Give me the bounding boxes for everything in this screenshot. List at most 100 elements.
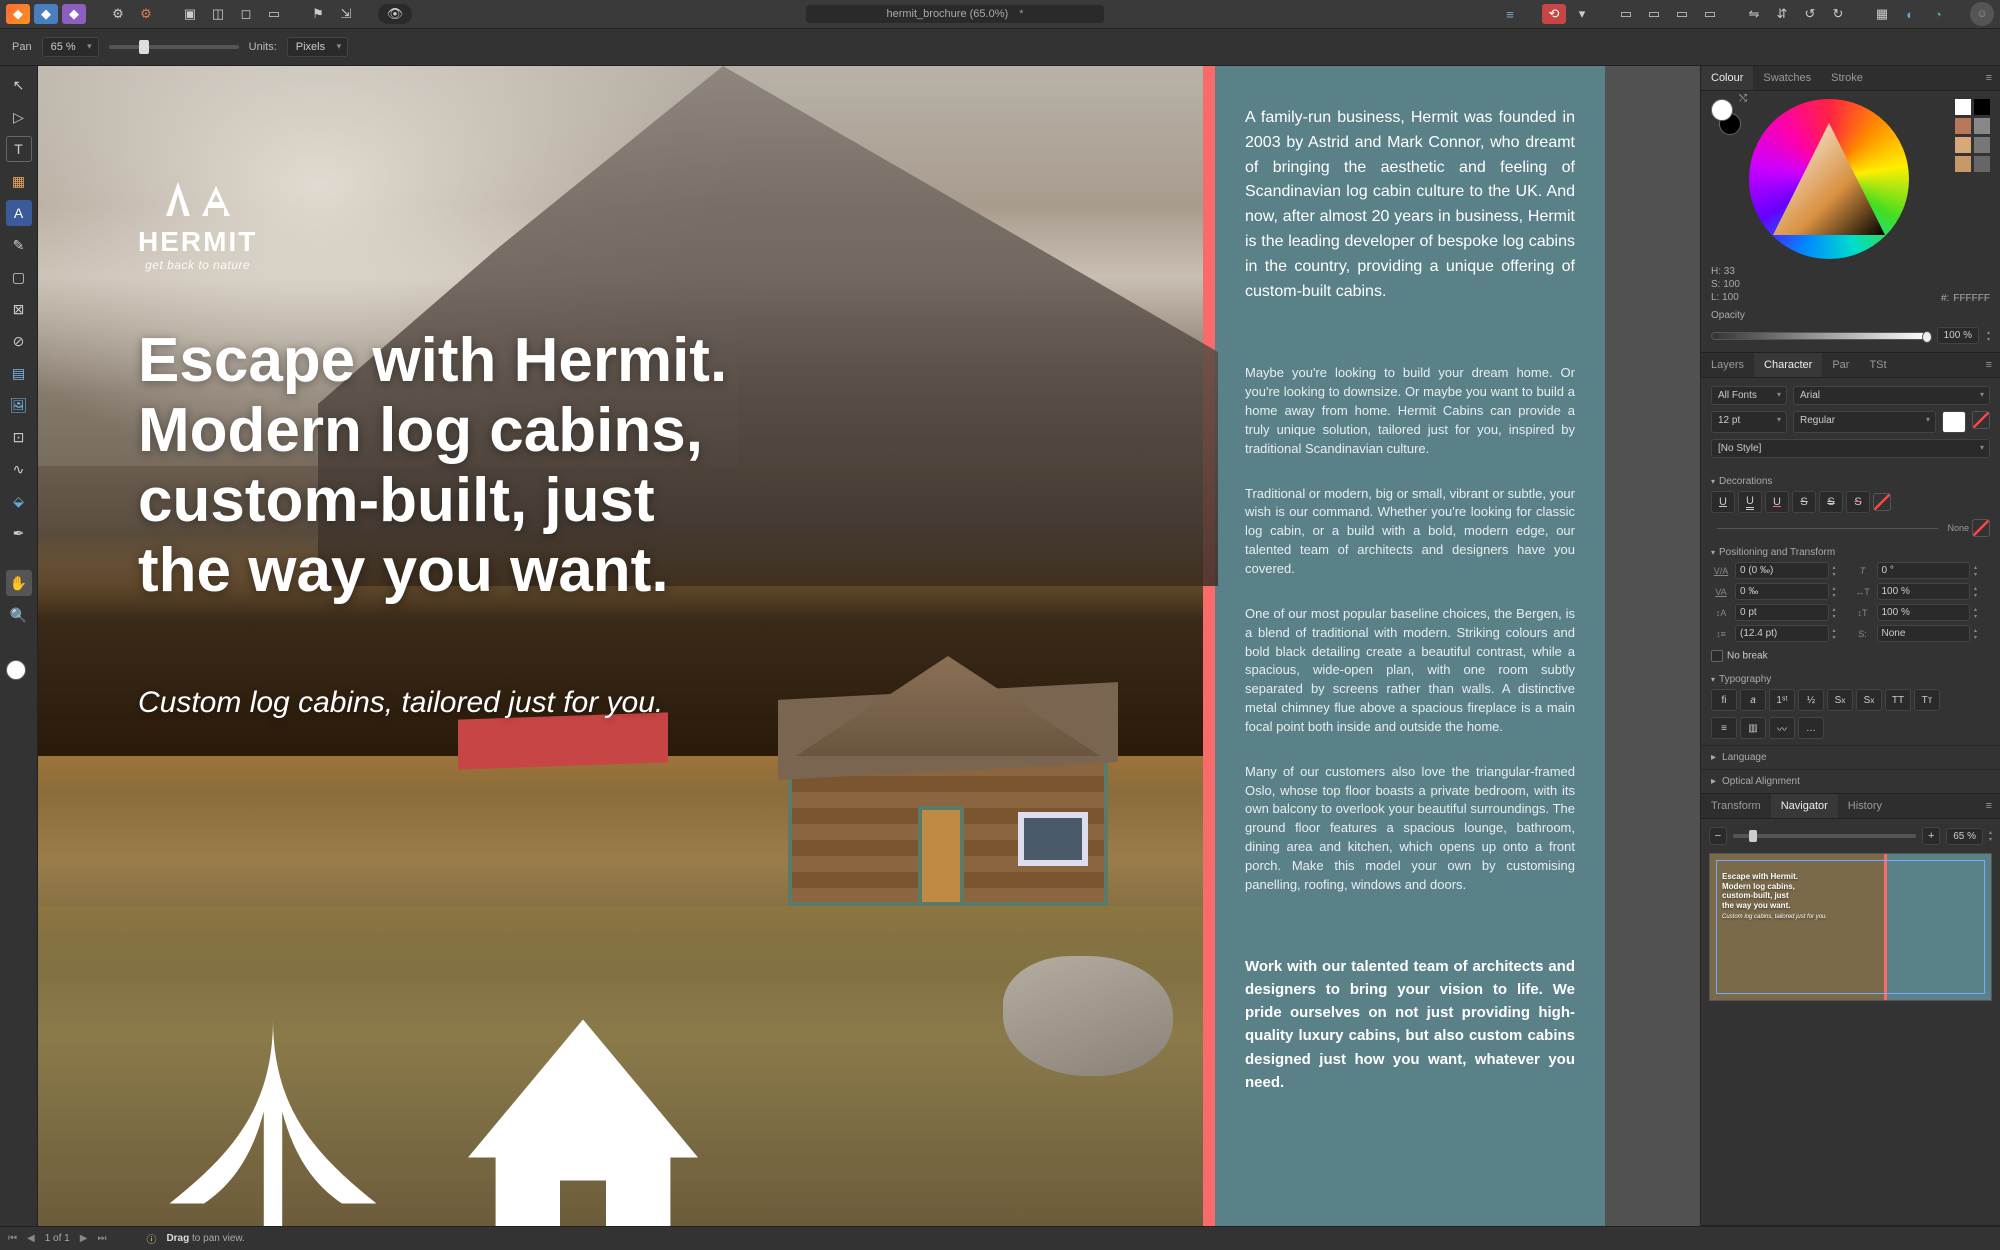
place-image-tool[interactable]: 🖼: [6, 392, 32, 418]
flip-v-icon[interactable]: ⇵: [1770, 4, 1794, 24]
no-line-icon[interactable]: [1972, 519, 1990, 537]
alt-btn[interactable]: a: [1740, 689, 1766, 711]
app-icon-photo[interactable]: ◆: [62, 4, 86, 24]
baseline-icon[interactable]: ▭: [262, 4, 286, 24]
arrange-front-icon[interactable]: ▭: [1698, 4, 1722, 24]
typo-extra-3[interactable]: 〰: [1769, 717, 1795, 739]
panel-menu-icon[interactable]: ≡: [1978, 794, 2000, 818]
tab-colour[interactable]: Colour: [1701, 66, 1753, 90]
no-fill-icon[interactable]: [1972, 411, 1990, 429]
eyedropper-tool[interactable]: ✎: [6, 232, 32, 258]
decorations-section[interactable]: ▾Decorations: [1701, 472, 2000, 491]
arrange-backward-icon[interactable]: ▭: [1642, 4, 1666, 24]
app-icon-publisher[interactable]: ◆: [6, 4, 30, 24]
page-next-icon[interactable]: ▶: [80, 1233, 88, 1244]
recent-swatches[interactable]: [1955, 99, 1990, 172]
text-colour-swatch[interactable]: [1942, 411, 1966, 433]
nav-zoom-slider[interactable]: [1733, 834, 1916, 838]
frame-ellipse-tool[interactable]: ⊘: [6, 328, 32, 354]
ordinals-btn[interactable]: 1ˢᵗ: [1769, 689, 1795, 711]
panel-menu-icon[interactable]: ≡: [1978, 353, 2000, 377]
tab-text-styles[interactable]: TSt: [1859, 353, 1896, 377]
snap-icon[interactable]: ▣: [178, 4, 202, 24]
no-break-checkbox[interactable]: [1711, 650, 1723, 662]
canvas[interactable]: HERMIT get back to nature Escape with He…: [38, 66, 1700, 1226]
text-style-select[interactable]: [No Style]: [1711, 439, 1990, 458]
strikethrough-btn[interactable]: S: [1792, 491, 1816, 513]
artistic-text-tool[interactable]: A: [6, 200, 32, 226]
pen-tool[interactable]: ✒: [6, 520, 32, 546]
section-icon[interactable]: ◔: [1926, 4, 1950, 24]
tracking-stepper[interactable]: ▴▾: [1833, 564, 1849, 578]
zoom-slider[interactable]: [109, 45, 239, 49]
move-tool[interactable]: ↖: [6, 72, 32, 98]
page-last-icon[interactable]: ⏭: [97, 1233, 106, 1244]
typo-extra-2[interactable]: ▥: [1740, 717, 1766, 739]
hex-readout[interactable]: #:FFFFFF: [1941, 293, 1990, 304]
vscale-input[interactable]: 100 %: [1877, 604, 1971, 621]
tab-transform[interactable]: Transform: [1701, 794, 1771, 818]
defaults-icon[interactable]: ⚙: [134, 4, 158, 24]
language-section[interactable]: ▸Language: [1701, 745, 2000, 769]
opacity-stepper[interactable]: ▴▾: [1987, 329, 1990, 343]
frame-rect-tool[interactable]: ⊠: [6, 296, 32, 322]
nav-zoom-value[interactable]: 65 %: [1946, 828, 1983, 845]
fill-stroke-swatch[interactable]: [6, 660, 32, 686]
superscript-btn[interactable]: Sx: [1827, 689, 1853, 711]
nav-zoom-in[interactable]: +: [1922, 827, 1940, 845]
strike-colour-btn[interactable]: S: [1846, 491, 1870, 513]
variant-select[interactable]: None: [1877, 625, 1971, 642]
typo-extra-1[interactable]: ≡: [1711, 717, 1737, 739]
nav-zoom-out[interactable]: −: [1709, 827, 1727, 845]
swap-colours-icon[interactable]: ⤭: [1739, 93, 1747, 104]
align-icon[interactable]: ▦: [1870, 4, 1894, 24]
chevron-down-icon[interactable]: ▾: [1570, 4, 1594, 24]
table-tool[interactable]: ▦: [6, 168, 32, 194]
units-select[interactable]: Pixels: [287, 37, 348, 57]
stock-tool[interactable]: ▤: [6, 360, 32, 386]
kerning-input[interactable]: 0 ‰: [1735, 583, 1829, 600]
guides-icon[interactable]: ◻: [234, 4, 258, 24]
no-decoration-icon[interactable]: [1873, 493, 1891, 511]
brush-tool[interactable]: ∿: [6, 456, 32, 482]
arrange-forward-icon[interactable]: ▭: [1670, 4, 1694, 24]
font-weight-select[interactable]: Regular: [1793, 411, 1936, 433]
colour-wheel[interactable]: [1749, 99, 1909, 259]
tab-swatches[interactable]: Swatches: [1753, 66, 1821, 90]
navigator-thumbnail[interactable]: Escape with Hermit. Modern log cabins, c…: [1709, 853, 1992, 1001]
decoration-none-label[interactable]: None: [1947, 523, 1969, 533]
tab-layers[interactable]: Layers: [1701, 353, 1754, 377]
tab-navigator[interactable]: Navigator: [1771, 794, 1838, 818]
double-underline-btn[interactable]: U: [1738, 491, 1762, 513]
tab-stroke[interactable]: Stroke: [1821, 66, 1873, 90]
ligatures-btn[interactable]: fi: [1711, 689, 1737, 711]
optical-alignment-section[interactable]: ▸Optical Alignment: [1701, 769, 2000, 793]
preview-icon[interactable]: 👁: [378, 4, 412, 24]
page-first-icon[interactable]: ⏮: [8, 1233, 17, 1244]
gear-icon[interactable]: ⚙: [106, 4, 130, 24]
underline-colour-btn[interactable]: U: [1765, 491, 1789, 513]
opacity-slider[interactable]: [1711, 332, 1929, 340]
baseline-input[interactable]: (12.4 pt): [1735, 625, 1829, 642]
text-tool[interactable]: T: [6, 136, 32, 162]
rotate-cw-icon[interactable]: ↻: [1826, 4, 1850, 24]
smallcaps-btn[interactable]: Tᴛ: [1914, 689, 1940, 711]
grid-icon[interactable]: ◫: [206, 4, 230, 24]
double-strike-btn[interactable]: S: [1819, 491, 1843, 513]
hscale-input[interactable]: 100 %: [1877, 583, 1971, 600]
font-size-select[interactable]: 12 pt: [1711, 411, 1787, 433]
positioning-section[interactable]: ▾Positioning and Transform: [1701, 543, 2000, 562]
typography-section[interactable]: ▾Typography: [1701, 670, 2000, 689]
preflight-icon[interactable]: ⚑: [306, 4, 330, 24]
app-icon-designer[interactable]: ◆: [34, 4, 58, 24]
link-icon[interactable]: ⟲: [1542, 4, 1566, 24]
tracking-input[interactable]: 0 (0 ‰): [1735, 562, 1829, 579]
fill-tool[interactable]: ⬙: [6, 488, 32, 514]
opacity-value[interactable]: 100 %: [1937, 327, 1979, 344]
account-avatar[interactable]: ☺: [1970, 2, 1994, 26]
anchor-icon[interactable]: ⇲: [334, 4, 358, 24]
rotate-ccw-icon[interactable]: ↺: [1798, 4, 1822, 24]
allcaps-btn[interactable]: TT: [1885, 689, 1911, 711]
fractions-btn[interactable]: ½: [1798, 689, 1824, 711]
font-family-select[interactable]: Arial: [1793, 386, 1990, 405]
